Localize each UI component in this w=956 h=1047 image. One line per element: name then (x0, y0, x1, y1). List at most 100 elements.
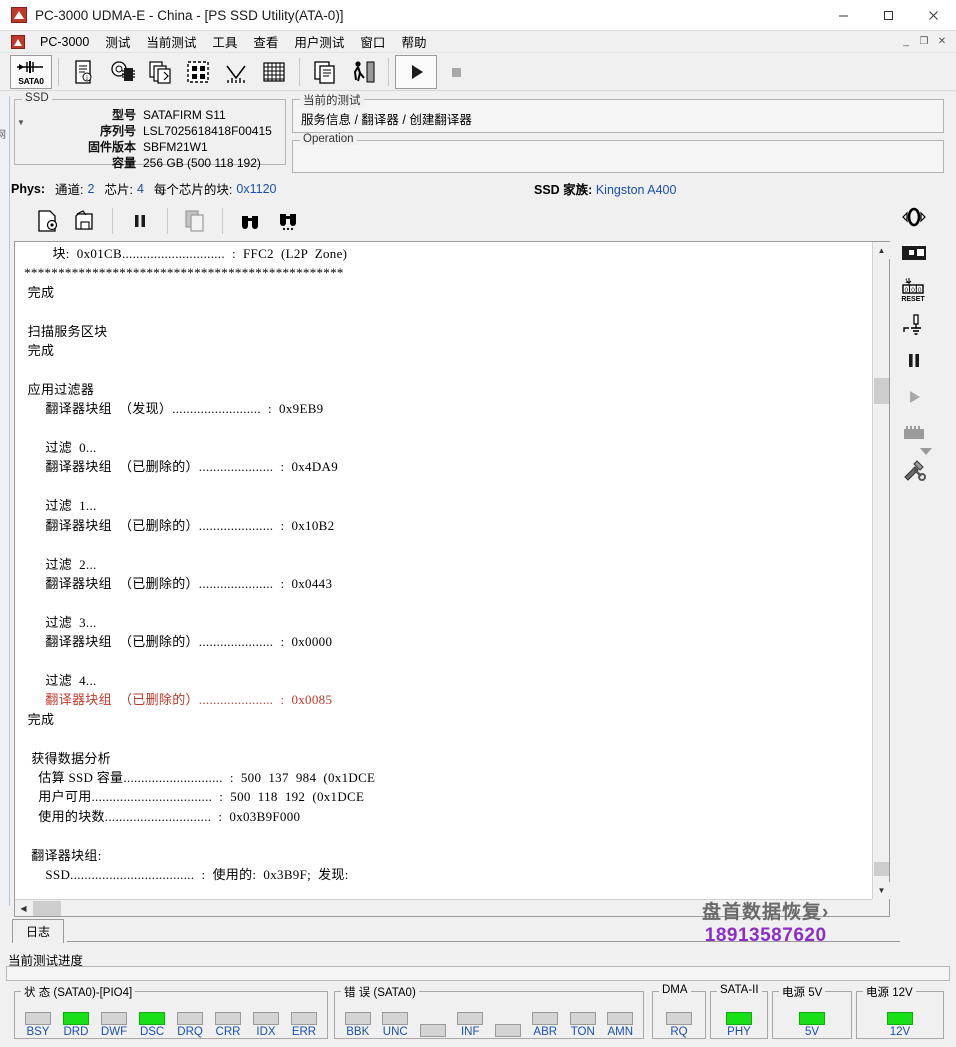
mdi-restore-button[interactable]: ❐ (916, 34, 932, 50)
gear-chip-icon[interactable] (103, 54, 141, 89)
led-lamp (382, 1012, 409, 1025)
led-amn: AMN (607, 1012, 634, 1038)
sata-port-icon[interactable]: SATA0 (10, 54, 52, 89)
led-lamp (252, 1012, 279, 1025)
svg-text:0: 0 (911, 287, 915, 294)
duplicate-icon[interactable] (306, 54, 344, 89)
led-label: DRQ (177, 1026, 203, 1038)
led-label: DSC (139, 1026, 165, 1038)
block-map-icon[interactable] (179, 54, 217, 89)
current-test-panel: 当前的测试 服务信息 / 翻译器 / 创建翻译器 (292, 92, 944, 133)
ssd-capacity-value: 256 GB (500 118 192) (143, 156, 261, 170)
led-label: INF (460, 1026, 480, 1038)
led-lamp (494, 1024, 521, 1037)
led-label: DRD (63, 1026, 89, 1038)
log-panel[interactable]: 块: 0x01CB............................. :… (14, 241, 890, 917)
walking-person-icon[interactable] (344, 54, 382, 89)
scrollbar-corner (872, 899, 889, 916)
log-horizontal-scrollbar[interactable]: ◀ (15, 899, 872, 916)
svg-text:i: i (86, 74, 88, 82)
new-page-icon[interactable] (28, 205, 66, 237)
sata-led-group: SATA-II PHY (710, 984, 768, 1039)
ssd-model-value: SATAFIRM S11 (143, 108, 226, 122)
led-label: DWF (100, 1026, 128, 1038)
led-5v: 5V (799, 1012, 825, 1038)
ssd-family-label: SSD 家族: (534, 183, 593, 197)
phys-chips-value: 4 (136, 181, 144, 196)
operation-title: Operation (300, 133, 357, 145)
menu-item-window[interactable]: 窗口 (352, 30, 393, 53)
menu-item-view[interactable]: 查看 (245, 30, 286, 53)
zero-id-icon[interactable] (898, 202, 930, 232)
mdi-window-controls: _ ❐ ✕ (898, 34, 956, 50)
log-toolbar (14, 200, 894, 242)
ssd-family-value: Kingston A400 (595, 183, 677, 197)
led-ton: TON (569, 1012, 596, 1038)
stop-icon[interactable] (437, 54, 475, 89)
ssd-row-model: 型号 SATAFIRM S11 (15, 107, 285, 123)
minimize-button[interactable] (821, 0, 866, 31)
scroll-down-icon[interactable]: ▼ (873, 882, 890, 899)
menu-item-test[interactable]: 测试 (97, 30, 138, 53)
log-vertical-scrollbar[interactable]: ▲ ▼ (872, 242, 890, 899)
play-icon[interactable] (395, 54, 437, 89)
led-lamp (215, 1012, 242, 1025)
ssd-family-group: SSD 家族: Kingston A400 (534, 179, 676, 198)
grid-icon[interactable] (255, 54, 293, 89)
led-phy: PHY (726, 1012, 752, 1038)
mdi-minimize-button[interactable]: _ (898, 34, 914, 50)
menu-item-current-test[interactable]: 当前测试 (138, 30, 204, 53)
menu-item-help[interactable]: 帮助 (393, 30, 434, 53)
phys-blocks-value: 0x1120 (236, 181, 277, 196)
main-toolbar: SATA0 i (0, 53, 956, 91)
power-5v-group-title: 电源 5V (779, 984, 826, 1000)
menu-bar: PC-3000 测试 当前测试 工具 查看 用户测试 窗口 帮助 _ ❐ ✕ (0, 31, 956, 53)
chevron-down-icon[interactable] (910, 436, 942, 466)
counter-reset-icon[interactable]: 1 0 0 0 RESET (898, 274, 930, 304)
phys-info-row: Phys: 通道: 2 芯片: 4 每个芯片的块: 0x1120 SSD 家族:… (0, 179, 956, 198)
led-crr: CRR (215, 1012, 242, 1038)
close-button[interactable] (911, 0, 956, 31)
tab-log[interactable]: 日志 (12, 919, 64, 943)
title-bar: PC-3000 UDMA-E - China - [PS SSD Utility… (0, 0, 956, 31)
ssd-capacity-label: 容量 (111, 156, 136, 170)
led-lamp (290, 1012, 317, 1025)
menu-item-tools[interactable]: 工具 (204, 30, 245, 53)
graph-icon[interactable] (217, 54, 255, 89)
pause-icon[interactable] (898, 346, 930, 376)
led-lamp (607, 1012, 634, 1025)
pause-icon[interactable] (121, 205, 159, 237)
mdi-close-button[interactable]: ✕ (934, 34, 950, 50)
ground-probe-icon[interactable] (898, 310, 930, 340)
menu-item-user-test[interactable]: 用户测试 (286, 30, 352, 53)
chip-board-icon[interactable] (898, 238, 930, 268)
vertical-scroll-thumb[interactable] (874, 378, 889, 404)
horizontal-scroll-thumb[interactable] (33, 901, 61, 916)
document-info-icon[interactable]: i (65, 54, 103, 89)
binoculars-icon[interactable] (231, 205, 269, 237)
log-line-filter4-red: 翻译器块组 （已删除的）..................... : 0x00… (17, 692, 333, 708)
led-dwf: DWF (101, 1012, 127, 1038)
led-lamp (419, 1024, 446, 1037)
play-disabled-icon (898, 382, 930, 412)
operation-panel: Operation (292, 133, 944, 173)
scroll-up-icon[interactable]: ▲ (873, 242, 890, 259)
right-vertical-toolbar: 1 0 0 0 RESET (896, 196, 932, 481)
led-label: CRR (215, 1026, 241, 1038)
ssd-row-firmware: 固件版本 SBFM21W1 (15, 139, 285, 155)
led-lamp (532, 1012, 559, 1025)
binoculars-more-icon[interactable] (269, 205, 307, 237)
led-error-blank-1 (419, 1024, 446, 1038)
copy-icon[interactable] (176, 205, 214, 237)
ssd-row-serial: 序列号 LSL7025618418F00415 (15, 123, 285, 139)
led-lamp (139, 1012, 166, 1025)
menu-item-pc3000[interactable]: PC-3000 (32, 33, 97, 51)
led-lamp (344, 1012, 371, 1025)
vertical-scroll-thumb-secondary[interactable] (874, 862, 889, 876)
tab-underline (67, 941, 900, 942)
documents-copy-icon[interactable] (141, 54, 179, 89)
maximize-button[interactable] (866, 0, 911, 31)
svg-text:SATA0: SATA0 (18, 76, 44, 86)
save-disk-icon[interactable] (66, 205, 104, 237)
scroll-left-icon[interactable]: ◀ (15, 900, 32, 917)
